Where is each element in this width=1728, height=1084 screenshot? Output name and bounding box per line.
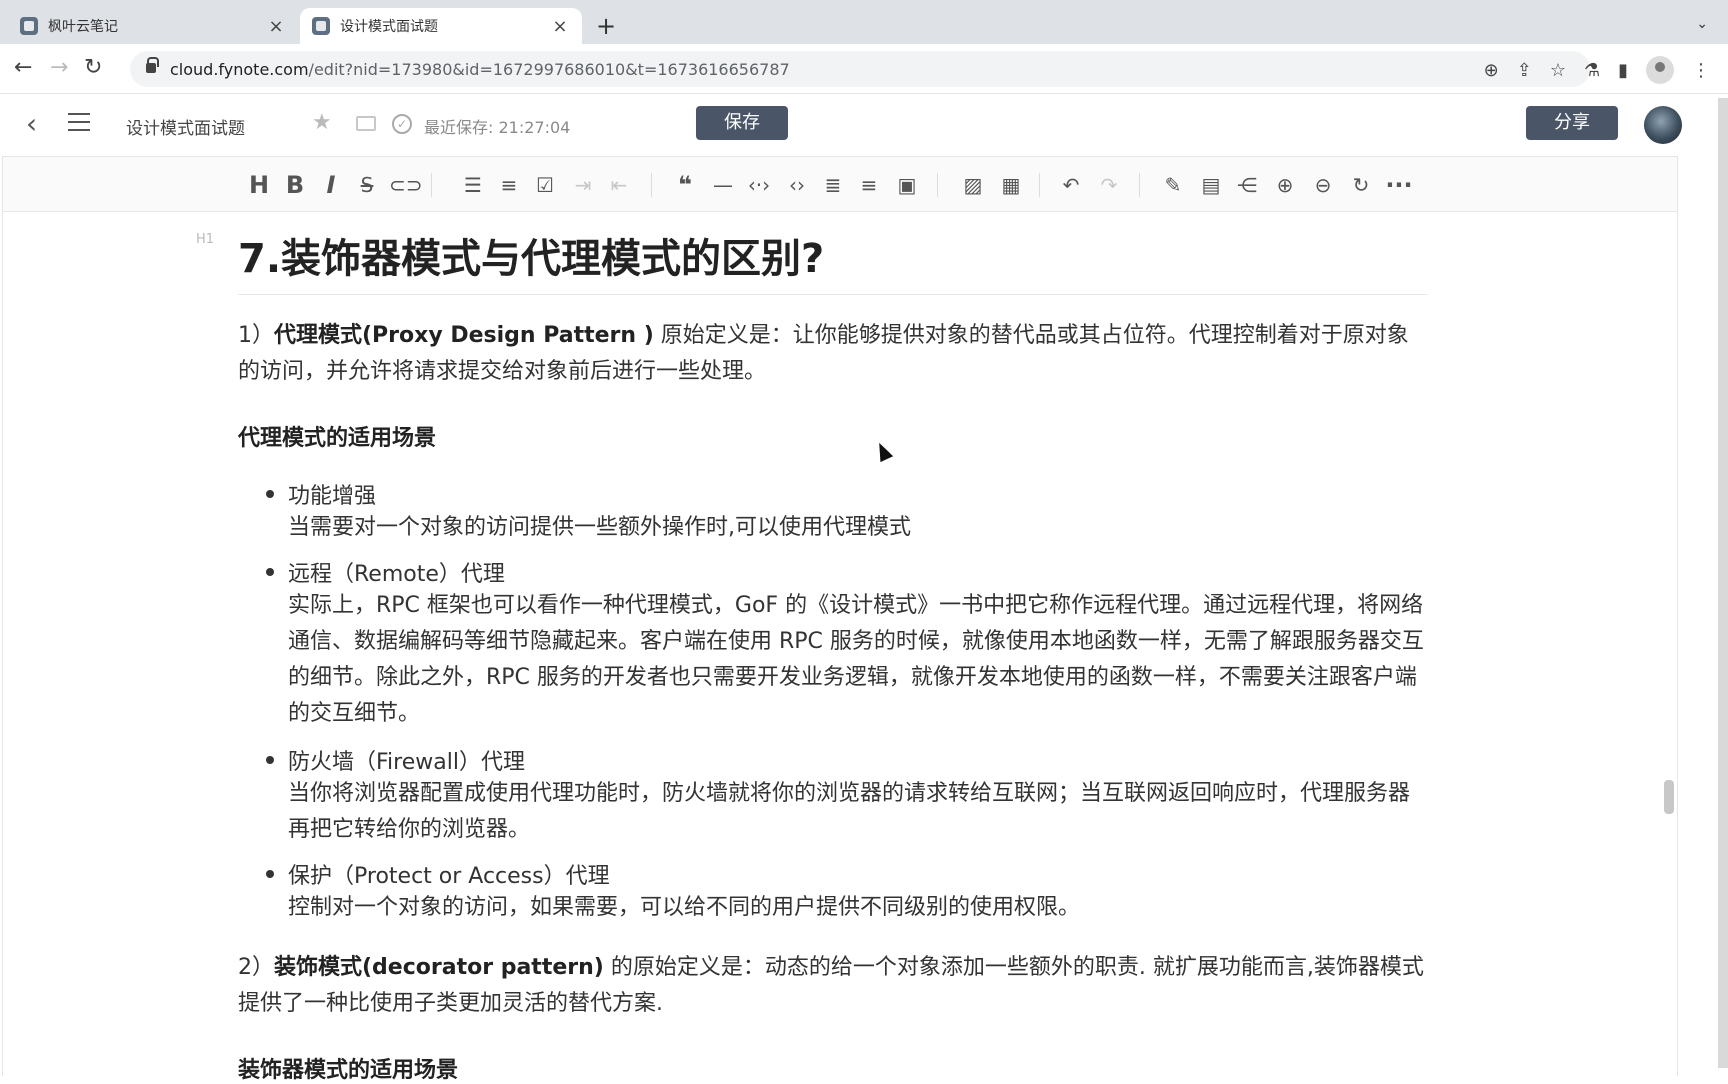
toolbar-divider xyxy=(651,173,652,197)
share-page-icon[interactable]: ⇪ xyxy=(1517,60,1532,81)
table-of-contents-icon[interactable]: ≣ xyxy=(819,171,847,199)
bullet-list-icon[interactable]: ☰ xyxy=(459,171,487,199)
toolbar-divider xyxy=(431,173,432,197)
app-header: ‹ 设计模式面试题 ★ ✓ 最近保存: 21:27:04 保存 分享 xyxy=(0,94,1728,156)
fynote-favicon-icon xyxy=(312,17,330,35)
bullet-dot xyxy=(266,568,274,576)
bookmark-star-icon[interactable]: ☆ xyxy=(1550,60,1566,81)
list-item-title[interactable]: 远程（Remote）代理 xyxy=(288,556,505,588)
proxy-definition-paragraph[interactable]: 1）代理模式(Proxy Design Pattern ) 原始定义是：让你能够… xyxy=(238,318,1428,390)
browser-menu-icon[interactable]: ⋮ xyxy=(1692,60,1710,81)
redo-icon[interactable]: ↷ xyxy=(1095,171,1123,199)
toolbar-divider xyxy=(1039,173,1040,197)
close-tab-icon[interactable]: × xyxy=(266,16,286,37)
save-status: 最近保存: 21:27:04 xyxy=(424,118,571,137)
hamburger-menu-icon[interactable] xyxy=(68,113,90,131)
side-panel-icon[interactable]: ▮ xyxy=(1618,60,1628,81)
refresh-icon[interactable]: ↻ xyxy=(1347,171,1375,199)
forward-arrow-icon[interactable]: → xyxy=(50,56,68,80)
user-avatar[interactable] xyxy=(1644,106,1682,144)
profile-avatar-icon[interactable] xyxy=(1646,56,1674,84)
back-arrow-icon[interactable]: ← xyxy=(14,56,32,80)
decorator-scenes-heading[interactable]: 装饰器模式的适用场景 xyxy=(238,1052,458,1084)
zoom-in-icon[interactable]: ⊕ xyxy=(1271,171,1299,199)
lock-icon xyxy=(146,57,159,73)
new-tab-icon[interactable]: + xyxy=(596,14,616,38)
italic-icon[interactable]: I xyxy=(317,171,345,199)
align-icon[interactable]: ≡ xyxy=(855,171,883,199)
favorite-star-icon[interactable]: ★ xyxy=(312,110,332,135)
tab-label: 设计模式面试题 xyxy=(340,19,438,35)
share-button[interactable]: 分享 xyxy=(1526,106,1618,140)
bullet-dot xyxy=(266,870,274,878)
p2-prefix: 2） xyxy=(238,955,274,980)
table-icon[interactable]: ▦ xyxy=(997,171,1025,199)
p1-prefix: 1） xyxy=(238,323,274,348)
pencil-icon[interactable]: ✎ xyxy=(1159,171,1187,199)
mindmap-icon[interactable]: ⋲ xyxy=(1233,171,1261,199)
toolbar-divider xyxy=(1139,173,1140,197)
list-item-desc[interactable]: 实际上，RPC 框架也可以看作一种代理模式，GoF 的《设计模式》一书中把它称作… xyxy=(288,588,1428,732)
bold-icon[interactable]: B xyxy=(281,171,309,199)
toolbar-divider xyxy=(937,173,938,197)
back-chevron-icon[interactable]: ‹ xyxy=(26,110,37,138)
browser-tab-design-patterns[interactable]: 设计模式面试题 × xyxy=(300,8,582,44)
address-bar[interactable]: cloud.fynote.com/edit?nid=173980&id=1672… xyxy=(130,51,1590,87)
strikethrough-icon[interactable]: S xyxy=(353,171,381,199)
link-icon[interactable]: ⊂⊃ xyxy=(389,171,423,199)
document-title[interactable]: 设计模式面试题 xyxy=(126,114,245,139)
labs-flask-icon[interactable]: ⚗ xyxy=(1584,60,1600,81)
list-item-desc[interactable]: 当你将浏览器配置成使用代理功能时，防火墙就将你的浏览器的请求转给互联网；当互联网… xyxy=(288,776,1428,848)
heading-icon[interactable]: H xyxy=(245,171,273,199)
zoom-icon[interactable]: ⊕ xyxy=(1484,60,1499,81)
quote-icon[interactable]: ❝ xyxy=(671,171,699,199)
list-item-desc[interactable]: 当需要对一个对象的访问提供一些额外操作时,可以使用代理模式 xyxy=(288,510,1428,546)
fynote-favicon-icon xyxy=(20,17,38,35)
ppt-icon[interactable]: ▤ xyxy=(1197,171,1225,199)
list-item-title[interactable]: 功能增强 xyxy=(288,478,376,510)
tab-label: 枫叶云笔记 xyxy=(48,19,118,35)
list-item-title[interactable]: 保护（Protect or Access）代理 xyxy=(288,858,610,890)
close-tab-icon[interactable]: × xyxy=(550,16,570,37)
editor-scrollbar-thumb[interactable] xyxy=(1664,780,1674,814)
browser-tab-strip: 枫叶云笔记 × 设计模式面试题 × + ⌄ xyxy=(0,0,1728,44)
url-path: /edit?nid=173980&id=1672997686010&t=1673… xyxy=(308,60,790,79)
more-options-icon[interactable]: ··· xyxy=(1385,171,1413,199)
proxy-scenes-heading[interactable]: 代理模式的适用场景 xyxy=(238,420,436,452)
browser-tab-fynote[interactable]: 枫叶云笔记 × xyxy=(8,8,298,44)
editor-toolbar: H B I S ⊂⊃ ☰ ≡ ☑ ⇥ ⇤ ❝ — ‹·› ‹› ≣ ≡ ▣ ▨ … xyxy=(2,156,1678,212)
outdent-icon[interactable]: ⇤ xyxy=(605,171,633,199)
move-folder-icon[interactable] xyxy=(356,116,376,131)
checklist-icon[interactable]: ☑ xyxy=(531,171,559,199)
code-inline-icon[interactable]: ‹·› xyxy=(745,171,773,199)
indent-icon[interactable]: ⇥ xyxy=(569,171,597,199)
saved-check-icon: ✓ xyxy=(392,114,412,134)
p1-bold: 代理模式(Proxy Design Pattern ) xyxy=(274,323,654,348)
list-item-desc[interactable]: 控制对一个对象的访问，如果需要，可以给不同的用户提供不同级别的使用权限。 xyxy=(288,890,1428,926)
reload-icon[interactable]: ↻ xyxy=(84,56,102,80)
h1-marker: H1 xyxy=(196,232,215,247)
heading-divider xyxy=(238,294,1428,295)
browser-toolbar: ← → ↻ cloud.fynote.com/edit?nid=173980&i… xyxy=(0,44,1728,94)
code-block-icon[interactable]: ‹› xyxy=(783,171,811,199)
undo-icon[interactable]: ↶ xyxy=(1057,171,1085,199)
decorator-definition-paragraph[interactable]: 2）装饰模式(decorator pattern) 的原始定义是：动态的给一个对… xyxy=(238,950,1428,1022)
tab-search-chevron-icon[interactable]: ⌄ xyxy=(1696,16,1708,32)
p2-bold: 装饰模式(decorator pattern) xyxy=(274,955,604,980)
pdf-icon[interactable]: ▣ xyxy=(893,171,921,199)
image-icon[interactable]: ▨ xyxy=(959,171,987,199)
list-item-title[interactable]: 防火墙（Firewall）代理 xyxy=(288,744,525,776)
url-text: cloud.fynote.com/edit?nid=173980&id=1672… xyxy=(170,60,790,79)
horizontal-rule-icon[interactable]: — xyxy=(709,171,737,199)
page-heading[interactable]: 7.装饰器模式与代理模式的区别? xyxy=(238,226,824,284)
numbered-list-icon[interactable]: ≡ xyxy=(495,171,523,199)
url-host: cloud.fynote.com xyxy=(170,60,309,79)
bullet-dot xyxy=(266,490,274,498)
bullet-dot xyxy=(266,756,274,764)
save-button[interactable]: 保存 xyxy=(696,106,788,140)
page-scrollbar-track xyxy=(1718,98,1728,1068)
zoom-out-icon[interactable]: ⊖ xyxy=(1309,171,1337,199)
